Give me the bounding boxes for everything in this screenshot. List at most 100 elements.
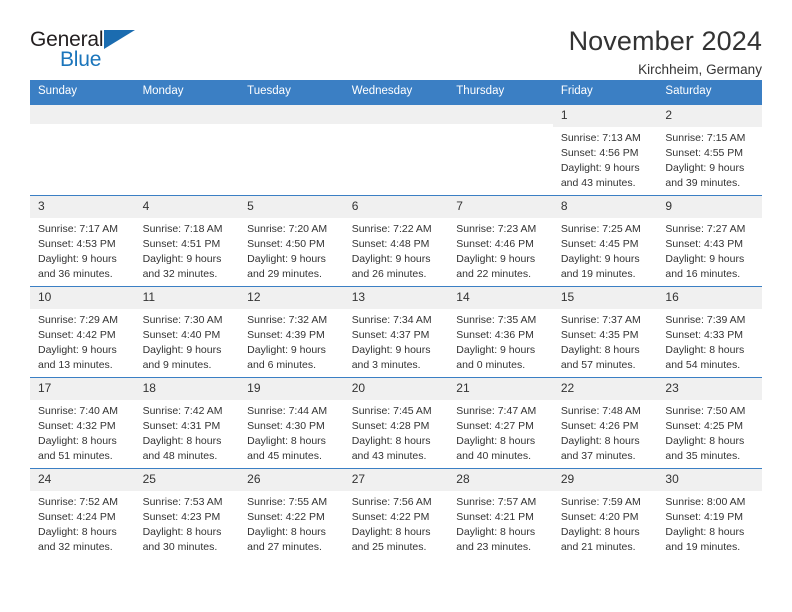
sunset-text: Sunset: 4:36 PM (456, 328, 534, 341)
day-sun-info: Sunrise: 7:29 AM Sunset: 4:42 PM Daylight:… (30, 309, 135, 373)
daylight-text: Daylight: 8 hours and 40 minutes. (456, 434, 536, 462)
sunrise-text: Sunrise: 7:59 AM (560, 495, 641, 508)
sunset-text: Sunset: 4:33 PM (665, 328, 744, 341)
day-number: 10 (30, 286, 135, 309)
calendar-day-cell[interactable]: 9 Sunrise: 7:27 AM Sunset: 4:43 PM Daylight… (657, 195, 762, 286)
daylight-text: Daylight: 8 hours and 23 minutes. (456, 525, 536, 553)
day-number: 21 (448, 377, 553, 400)
calendar-day-cell[interactable]: 29 Sunrise: 7:59 AM Sunset: 4:20 PM Dayligh… (552, 468, 658, 559)
sunrise-text: Sunrise: 7:42 AM (142, 404, 223, 417)
sunrise-text: Sunrise: 7:53 AM (142, 495, 223, 508)
day-sun-info: Sunrise: 7:22 AM Sunset: 4:48 PM Daylight:… (344, 218, 449, 282)
sunrise-text: Sunrise: 7:17 AM (38, 222, 118, 235)
sunset-text: Sunset: 4:22 PM (247, 510, 325, 523)
calendar-day-cell[interactable]: 20 Sunrise: 7:45 AM Sunset: 4:28 PM Dayligh… (343, 377, 449, 468)
day-number (30, 104, 135, 124)
calendar-day-cell[interactable]: 26 Sunrise: 7:55 AM Sunset: 4:22 PM Dayligh… (239, 468, 344, 559)
calendar-day-cell[interactable]: 13 Sunrise: 7:34 AM Sunset: 4:37 PM Dayligh… (343, 286, 449, 377)
calendar-day-cell[interactable]: 5 Sunrise: 7:20 AM Sunset: 4:50 PM Daylight… (239, 195, 344, 286)
day-sun-info: Sunrise: 7:53 AM Sunset: 4:23 PM Daylight:… (135, 491, 240, 555)
sunset-text: Sunset: 4:50 PM (247, 237, 325, 250)
daylight-text: Daylight: 9 hours and 39 minutes. (665, 161, 745, 189)
sunset-text: Sunset: 4:20 PM (560, 510, 639, 523)
day-number: 16 (657, 286, 762, 309)
daylight-text: Daylight: 9 hours and 13 minutes. (38, 343, 117, 371)
calendar-day-cell[interactable]: 11 Sunrise: 7:30 AM Sunset: 4:40 PM Dayligh… (134, 286, 240, 377)
daylight-text: Daylight: 9 hours and 43 minutes. (560, 161, 640, 189)
day-number: 28 (448, 468, 553, 491)
sunrise-text: Sunrise: 7:25 AM (560, 222, 641, 235)
day-sun-info: Sunrise: 7:42 AM Sunset: 4:31 PM Daylight:… (135, 400, 240, 464)
sunset-text: Sunset: 4:39 PM (247, 328, 325, 341)
calendar-day-cell[interactable]: 21 Sunrise: 7:47 AM Sunset: 4:27 PM Dayligh… (448, 377, 553, 468)
day-sun-info: Sunrise: 7:37 AM Sunset: 4:35 PM Daylight:… (553, 309, 658, 373)
sunrise-text: Sunrise: 7:50 AM (665, 404, 746, 417)
calendar-day-cell[interactable]: 24 Sunrise: 7:52 AM Sunset: 4:24 PM Dayligh… (30, 468, 135, 559)
sunset-text: Sunset: 4:56 PM (560, 146, 639, 159)
sunrise-text: Sunrise: 7:34 AM (351, 313, 432, 326)
sunset-text: Sunset: 4:51 PM (142, 237, 221, 250)
calendar-day-cell[interactable]: 15 Sunrise: 7:37 AM Sunset: 4:35 PM Dayligh… (552, 286, 658, 377)
sunset-text: Sunset: 4:31 PM (142, 419, 221, 432)
daylight-text: Daylight: 9 hours and 16 minutes. (665, 252, 745, 280)
calendar-day-cell-empty (134, 104, 240, 195)
daylight-text: Daylight: 8 hours and 21 minutes. (560, 525, 640, 553)
weekday-header-thursday: Thursday (456, 85, 505, 97)
calendar-day-cell[interactable]: 19 Sunrise: 7:44 AM Sunset: 4:30 PM Dayligh… (239, 377, 344, 468)
calendar-day-cell[interactable]: 14 Sunrise: 7:35 AM Sunset: 4:36 PM Dayligh… (448, 286, 553, 377)
calendar-day-cell[interactable]: 8 Sunrise: 7:25 AM Sunset: 4:45 PM Daylight… (552, 195, 658, 286)
day-number: 1 (552, 104, 658, 127)
calendar-day-cell[interactable]: 12 Sunrise: 7:32 AM Sunset: 4:39 PM Dayligh… (239, 286, 344, 377)
calendar-day-cell-empty (448, 104, 553, 195)
day-number: 14 (448, 286, 553, 309)
weekday-header-friday: Friday (560, 85, 593, 97)
calendar-day-cell[interactable]: 7 Sunrise: 7:23 AM Sunset: 4:46 PM Daylight… (448, 195, 553, 286)
calendar-day-cell[interactable]: 3 Sunrise: 7:17 AM Sunset: 4:53 PM Daylight… (30, 195, 135, 286)
sunset-text: Sunset: 4:55 PM (665, 146, 744, 159)
calendar-day-cell[interactable]: 2 Sunrise: 7:15 AM Sunset: 4:55 PM Daylight… (657, 104, 762, 195)
calendar-day-cell[interactable]: 22 Sunrise: 7:48 AM Sunset: 4:26 PM Dayligh… (552, 377, 658, 468)
sunset-text: Sunset: 4:30 PM (247, 419, 325, 432)
sunset-text: Sunset: 4:27 PM (456, 419, 534, 432)
calendar-day-cell[interactable]: 6 Sunrise: 7:22 AM Sunset: 4:48 PM Daylight… (343, 195, 449, 286)
calendar-day-cell[interactable]: 25 Sunrise: 7:53 AM Sunset: 4:23 PM Dayligh… (134, 468, 240, 559)
calendar-day-cell[interactable]: 17 Sunrise: 7:40 AM Sunset: 4:32 PM Dayligh… (30, 377, 135, 468)
sunrise-text: Sunrise: 7:13 AM (560, 131, 641, 144)
calendar-day-cell[interactable]: 10 Sunrise: 7:29 AM Sunset: 4:42 PM Dayligh… (30, 286, 135, 377)
calendar-day-cell[interactable]: 4 Sunrise: 7:18 AM Sunset: 4:51 PM Daylight… (134, 195, 240, 286)
day-number: 30 (657, 468, 762, 491)
calendar-day-cell-empty (30, 104, 135, 195)
day-number: 25 (134, 468, 240, 491)
day-number (343, 104, 449, 124)
calendar-day-cell[interactable]: 16 Sunrise: 7:39 AM Sunset: 4:33 PM Dayligh… (657, 286, 762, 377)
day-number: 27 (343, 468, 449, 491)
day-number (448, 104, 553, 124)
calendar-day-cell[interactable]: 1 Sunrise: 7:13 AM Sunset: 4:56 PM Daylight… (552, 104, 658, 195)
day-number: 19 (239, 377, 344, 400)
calendar-day-cell[interactable]: 28 Sunrise: 7:57 AM Sunset: 4:21 PM Dayligh… (448, 468, 553, 559)
sunrise-text: Sunrise: 7:22 AM (351, 222, 432, 235)
sunrise-text: Sunrise: 7:18 AM (142, 222, 223, 235)
calendar-day-cell[interactable]: 27 Sunrise: 7:56 AM Sunset: 4:22 PM Dayligh… (343, 468, 449, 559)
calendar-day-cell[interactable]: 18 Sunrise: 7:42 AM Sunset: 4:31 PM Dayligh… (134, 377, 240, 468)
sunset-text: Sunset: 4:25 PM (665, 419, 744, 432)
day-number: 5 (239, 195, 344, 218)
sunrise-text: Sunrise: 7:56 AM (351, 495, 432, 508)
daylight-text: Daylight: 9 hours and 26 minutes. (351, 252, 431, 280)
day-sun-info: Sunrise: 7:45 AM Sunset: 4:28 PM Daylight:… (344, 400, 449, 464)
calendar-day-cell[interactable]: 23 Sunrise: 7:50 AM Sunset: 4:25 PM Dayligh… (657, 377, 762, 468)
daylight-text: Daylight: 9 hours and 3 minutes. (351, 343, 431, 371)
day-sun-info: Sunrise: 7:50 AM Sunset: 4:25 PM Daylight:… (657, 400, 762, 464)
general-blue-logo[interactable]: General Blue (30, 26, 146, 80)
day-number (239, 104, 344, 124)
day-sun-info: Sunrise: 7:55 AM Sunset: 4:22 PM Daylight:… (239, 491, 344, 555)
sunset-text: Sunset: 4:46 PM (456, 237, 534, 250)
calendar-day-cell[interactable]: 30 Sunrise: 8:00 AM Sunset: 4:19 PM Dayligh… (657, 468, 762, 559)
weekday-header-row: Sunday Monday Tuesday Wednesday Thursday… (30, 80, 762, 105)
day-number: 9 (657, 195, 762, 218)
daylight-text: Daylight: 8 hours and 25 minutes. (351, 525, 431, 553)
sunset-text: Sunset: 4:40 PM (142, 328, 221, 341)
day-number: 11 (134, 286, 240, 309)
day-sun-info: Sunrise: 7:48 AM Sunset: 4:26 PM Daylight:… (553, 400, 658, 464)
daylight-text: Daylight: 8 hours and 37 minutes. (560, 434, 640, 462)
